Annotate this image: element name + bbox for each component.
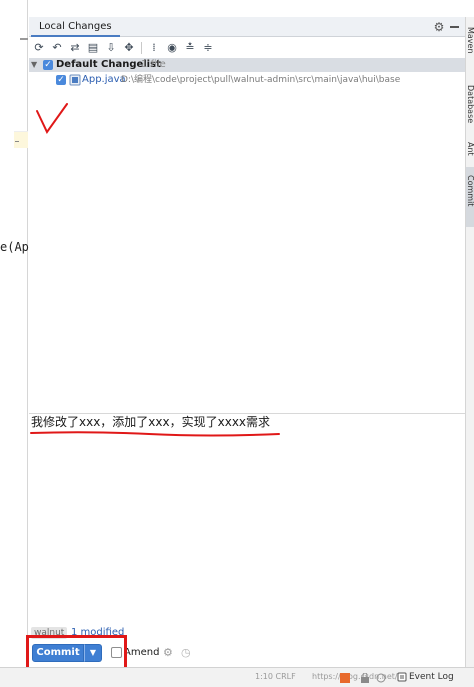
right-tool-stripe: Maven Database Ant Commit [465, 17, 474, 667]
gutter-highlight [14, 131, 28, 148]
minimize-icon[interactable] [450, 26, 459, 28]
tab-local-changes[interactable]: Local Changes [31, 17, 120, 37]
lock-icon[interactable] [360, 673, 370, 683]
file-checkbox[interactable]: ✓ [56, 75, 66, 85]
toolbar-separator [141, 42, 142, 54]
tool-window-header: Local Changes ⚙ [29, 17, 465, 37]
upload-icon[interactable]: ⇩ [103, 40, 119, 56]
status-position[interactable]: 1:10 CRLF [255, 671, 296, 683]
memory-indicator-icon[interactable] [376, 673, 386, 683]
changelist-count: 1 file [141, 59, 166, 70]
commit-tool-window: Local Changes ⚙ ⟳ ↶ ⇄ ▤ ⇩ ✥ ⁞ ◉ ≛ ≑ ▼ ✓ … [26, 17, 465, 687]
event-log-icon[interactable] [397, 672, 407, 682]
collapse-all-icon[interactable]: ≑ [200, 40, 216, 56]
stripe-tab-commit[interactable]: Commit [464, 175, 474, 206]
file-path: D:\编程\code\project\pull\walnut-admin\src… [121, 75, 401, 85]
expand-all-icon[interactable]: ≛ [182, 40, 198, 56]
changes-toolbar: ⟳ ↶ ⇄ ▤ ⇩ ✥ ⁞ ◉ ≛ ≑ [29, 38, 465, 58]
stripe-tab-database[interactable]: Database [464, 85, 474, 123]
red-checkmark-annotation [36, 103, 68, 134]
amend-label[interactable]: Amend [124, 646, 159, 660]
show-diff-icon[interactable]: ⇄ [67, 40, 83, 56]
stripe-tab-maven[interactable]: Maven [464, 27, 474, 54]
stripe-tab-ant[interactable]: Ant [464, 142, 474, 156]
gutter-marker [15, 141, 19, 142]
shelve-icon[interactable]: ▤ [85, 40, 101, 56]
gutter-marker [20, 38, 28, 40]
file-row[interactable]: ✓ App.java D:\编程\code\project\pull\walnu… [29, 73, 465, 87]
eye-icon[interactable]: ◉ [164, 40, 180, 56]
event-log-button[interactable]: Event Log [409, 671, 454, 683]
changes-tree[interactable]: ▼ ✓ Default Changelist 1 file ✓ App.java… [29, 58, 465, 413]
group-by-icon[interactable]: ⁞ [146, 40, 162, 56]
settings-gear-icon[interactable]: ⚙ [432, 20, 446, 34]
changelist-checkbox[interactable]: ✓ [43, 60, 53, 70]
changelist-row[interactable]: ▼ ✓ Default Changelist 1 file [29, 58, 465, 72]
rollback-icon[interactable]: ↶ [49, 40, 65, 56]
commit-options-gear-icon[interactable]: ⚙ [163, 646, 173, 660]
file-name: App.java [82, 74, 126, 85]
java-file-icon [69, 74, 81, 86]
move-icon[interactable]: ✥ [121, 40, 137, 56]
history-clock-icon[interactable]: ◷ [181, 646, 191, 660]
status-widget-icon[interactable] [340, 673, 350, 683]
refresh-icon[interactable]: ⟳ [31, 40, 47, 56]
editor-area[interactable] [0, 0, 28, 687]
status-bar: 1:10 CRLF https://blog.csdn.net/ Event L… [0, 667, 474, 687]
red-underline-annotation [30, 431, 280, 437]
chevron-down-icon[interactable]: ▼ [31, 58, 41, 72]
commit-message-editor[interactable]: 我修改了xxx，添加了xxx，实现了xxxx需求 [29, 414, 465, 624]
